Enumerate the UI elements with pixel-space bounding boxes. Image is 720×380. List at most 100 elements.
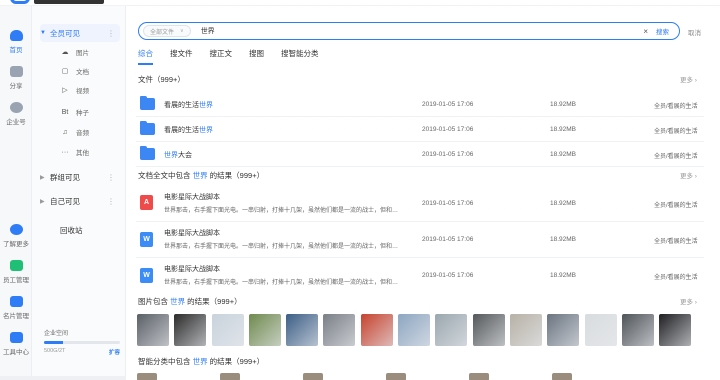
image-thumbnails xyxy=(137,314,696,346)
docs-section-title: 文档全文中包含 世界 的结果（999+） xyxy=(138,171,265,180)
search-results-panel: 全部文件 ∨ 世界 × 搜索 取消 综合 搜文件 搜正文 搜图 搜智能分类 文件… xyxy=(126,6,720,380)
image-thumbnail[interactable] xyxy=(584,314,617,346)
storage-quota: 企业空间 500G/2T 扩容 xyxy=(44,331,120,356)
rail-card[interactable]: 名片管理 xyxy=(0,296,32,320)
smart-thumbnail[interactable] xyxy=(303,373,323,380)
image-thumbnail[interactable] xyxy=(248,314,281,346)
image-thumbnail[interactable] xyxy=(621,314,654,346)
doc-row[interactable]: A 电影星际大战脚本 世界那击，右手握下面光电。一串归射，打捧十几架，虽然他们都… xyxy=(136,186,704,222)
more-vertical-icon[interactable]: ⋮ xyxy=(107,197,115,206)
smart-section-title: 智能分类中包含 世界 的结果（999+） xyxy=(138,357,265,366)
folder-tree: ▼ 全员可见 ⋮ ☁ 图片 ▢ 文档 ▷ 视频 Bt 种子 ♫ 音频 ··· 其… xyxy=(32,6,126,380)
quota-bar-fill xyxy=(44,341,63,344)
doc-category-icon: ▢ xyxy=(61,68,69,75)
smart-thumbnail[interactable] xyxy=(552,373,572,380)
file-row[interactable]: 看展的生活世界 2019-01-05 17:06 18.92MB 全员/看展的生… xyxy=(136,92,704,117)
image-thumbnail[interactable] xyxy=(286,314,319,346)
pdf-file-icon: A xyxy=(140,195,153,210)
folder-icon xyxy=(140,146,155,160)
image-thumbnail[interactable] xyxy=(509,314,542,346)
icon-rail: 首页 分享 企业号 了解更多 员工管理 名片管理 工具中心 xyxy=(0,6,32,380)
cancel-button[interactable]: 取消 xyxy=(688,27,701,37)
scope-dropdown[interactable]: 全部文件 ∨ xyxy=(143,25,191,37)
smart-thumbnail[interactable] xyxy=(137,373,157,380)
sidebar-bottom-bar xyxy=(0,376,126,380)
smart-thumbnails xyxy=(137,373,635,380)
file-row[interactable]: 看展的生活世界 2019-01-05 17:06 18.92MB 全员/看展的生… xyxy=(136,117,704,142)
tools-icon xyxy=(9,332,23,343)
more-vertical-icon[interactable]: ⋮ xyxy=(107,173,115,182)
caret-right-icon: ▶ xyxy=(40,174,45,181)
tab-files[interactable]: 搜文件 xyxy=(170,48,193,65)
tab-all[interactable]: 综合 xyxy=(138,48,153,65)
files-more-link[interactable]: 更多 › xyxy=(680,74,697,84)
word-file-icon: W xyxy=(140,268,153,283)
image-thumbnail[interactable] xyxy=(323,314,356,346)
image-thumbnail[interactable] xyxy=(137,314,169,346)
image-thumbnail[interactable] xyxy=(211,314,244,346)
caret-down-icon: ▼ xyxy=(40,30,46,36)
result-tabs: 综合 搜文件 搜正文 搜图 搜智能分类 xyxy=(138,48,336,65)
chevron-down-icon: ∨ xyxy=(180,28,184,34)
smart-thumbnail[interactable] xyxy=(386,373,406,380)
search-button[interactable]: 搜索 xyxy=(656,26,669,36)
image-thumbnail[interactable] xyxy=(659,314,692,346)
tree-sub-other[interactable]: ··· 其他 xyxy=(60,144,120,160)
tree-all-visible[interactable]: ▼ 全员可见 ⋮ xyxy=(40,24,120,42)
tree-recycle-bin[interactable]: 回收站 xyxy=(60,225,83,236)
card-icon xyxy=(9,296,23,307)
app-title xyxy=(34,0,104,4)
smart-thumbnail[interactable] xyxy=(220,373,240,380)
torrent-category-icon: Bt xyxy=(61,108,69,116)
tab-fulltext[interactable]: 搜正文 xyxy=(210,48,233,65)
more-vertical-icon[interactable]: ⋮ xyxy=(107,29,115,38)
image-thumbnail[interactable] xyxy=(398,314,431,346)
caret-right-icon: ▶ xyxy=(40,198,45,205)
tree-sub-torrent[interactable]: Bt 种子 xyxy=(60,104,120,120)
rail-home[interactable]: 首页 xyxy=(0,30,32,54)
video-category-icon: ▷ xyxy=(62,87,68,94)
tree-sub-audio[interactable]: ♫ 音频 xyxy=(60,124,120,140)
tree-sub-video[interactable]: ▷ 视频 xyxy=(60,82,120,98)
image-category-icon: ☁ xyxy=(61,49,69,56)
clear-icon[interactable]: × xyxy=(643,27,648,36)
tree-group-visible[interactable]: ▶ 群组可见 ⋮ xyxy=(40,168,120,186)
rail-share[interactable]: 分享 xyxy=(0,66,32,90)
image-thumbnail[interactable] xyxy=(360,314,393,346)
enterprise-icon xyxy=(9,102,23,113)
search-bar[interactable]: 全部文件 ∨ 世界 × 搜索 xyxy=(138,22,680,40)
doc-row[interactable]: W 电影星际大战脚本 世界那击，右手握下面光电。一串归射，打捧十几架，虽然他们都… xyxy=(136,258,704,294)
smart-thumbnail[interactable] xyxy=(469,373,489,380)
share-icon xyxy=(9,66,23,77)
audio-category-icon: ♫ xyxy=(62,128,68,136)
rail-tools[interactable]: 工具中心 xyxy=(0,332,32,356)
expand-button[interactable]: 扩容 xyxy=(109,348,120,356)
other-category-icon: ··· xyxy=(61,148,69,156)
cloud-home-icon xyxy=(9,30,23,41)
more-info-icon xyxy=(9,224,23,235)
tree-self-visible[interactable]: ▶ 自己可见 ⋮ xyxy=(40,192,120,210)
folder-icon xyxy=(140,121,155,135)
image-thumbnail[interactable] xyxy=(174,314,207,346)
folder-icon xyxy=(140,96,155,110)
tree-sub-images[interactable]: ☁ 图片 xyxy=(60,44,120,60)
app-logo-icon xyxy=(10,0,30,4)
doc-row[interactable]: W 电影星际大战脚本 世界那击，右手握下面光电。一串归射，打捧十几架，虽然他们都… xyxy=(136,222,704,258)
staff-icon xyxy=(9,260,23,271)
tab-smart-category[interactable]: 搜智能分类 xyxy=(281,48,319,65)
tab-images[interactable]: 搜图 xyxy=(249,48,264,65)
search-input[interactable]: 世界 xyxy=(201,26,644,36)
images-more-link[interactable]: 更多 › xyxy=(680,296,697,306)
file-row[interactable]: 世界大会 2019-01-05 17:06 18.92MB 全员/看展的生活 xyxy=(136,142,704,167)
image-thumbnail[interactable] xyxy=(472,314,505,346)
rail-more-info[interactable]: 了解更多 xyxy=(0,224,32,248)
image-thumbnail[interactable] xyxy=(435,314,468,346)
word-file-icon: W xyxy=(140,232,153,247)
docs-more-link[interactable]: 更多 › xyxy=(680,170,697,180)
image-thumbnail[interactable] xyxy=(547,314,580,346)
tree-sub-docs[interactable]: ▢ 文档 xyxy=(60,63,120,79)
files-section-title: 文件（999+） xyxy=(138,75,185,84)
rail-staff[interactable]: 员工管理 xyxy=(0,260,32,284)
quota-bar xyxy=(44,341,120,344)
rail-enterprise[interactable]: 企业号 xyxy=(0,102,32,126)
